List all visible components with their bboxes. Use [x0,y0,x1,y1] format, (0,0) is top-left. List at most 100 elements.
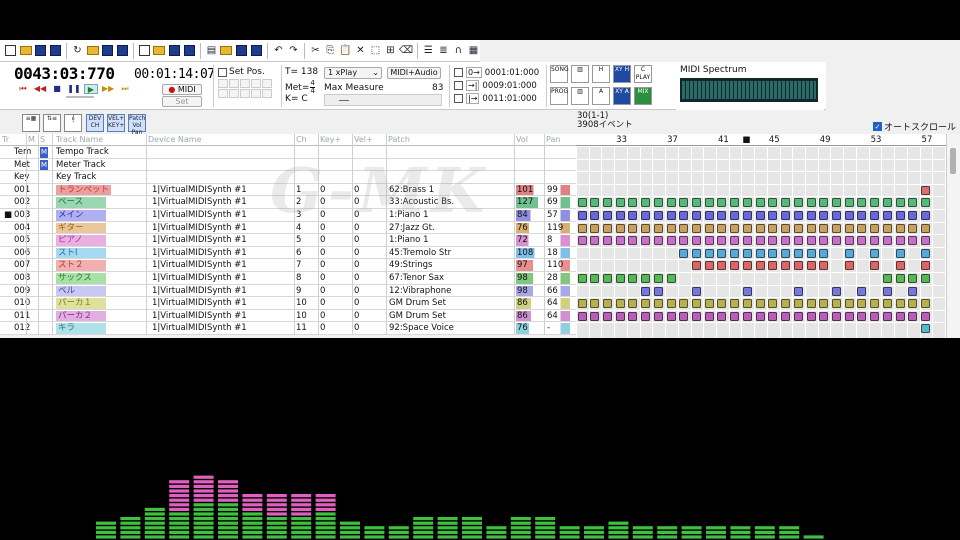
pattern-block[interactable] [857,311,867,321]
pattern-block[interactable] [755,311,765,321]
pattern-block[interactable] [641,311,651,321]
marker-row[interactable]: →| 0009:01:000 [454,79,544,92]
marker-row[interactable]: |→ 0011:01:000 [454,92,544,105]
save-icon[interactable] [235,44,248,58]
channel[interactable]: 10 [296,311,307,322]
patch-name[interactable]: 1:Piano 1 [389,235,428,246]
pattern-block[interactable] [704,198,714,208]
pattern-block[interactable] [921,236,931,246]
treble-clef-icon[interactable]: 𝄞 [64,114,82,132]
key-shift[interactable]: 0 [320,286,325,297]
pattern-block[interactable] [653,299,663,309]
undo-icon[interactable]: ↶ [272,44,285,58]
track-list-icon[interactable]: ≡▦ [22,114,40,132]
channel[interactable]: 7 [296,260,301,271]
pattern-block[interactable] [602,311,612,321]
device-name[interactable]: 1|VirtualMIDISynth #1 [152,185,247,196]
pattern-block[interactable] [590,236,600,246]
doc-icon[interactable]: ▤ [205,44,218,58]
volume-value[interactable]: 76 [516,323,538,335]
pattern-block[interactable] [857,223,867,233]
pattern-block[interactable] [819,261,829,271]
pattern-block[interactable] [781,198,791,208]
cut-icon[interactable]: ✂ [309,44,322,58]
piano-roll[interactable]: 33 37 41 45 49 53 57 ■ [576,134,946,338]
pattern-block[interactable] [692,198,702,208]
vel-shift[interactable]: 0 [354,273,359,284]
pattern-block[interactable] [895,299,905,309]
volume-value[interactable]: 101 [516,184,538,196]
header-vel[interactable]: Vel+ [354,135,373,144]
pattern-block[interactable] [781,248,791,258]
pattern-block[interactable] [870,198,880,208]
delete-icon[interactable]: ✕ [354,44,367,58]
pattern-block[interactable] [921,299,931,309]
patch-name[interactable]: 1:Piano 1 [389,210,428,221]
pattern-block[interactable] [653,286,663,296]
open-folder-icon[interactable] [86,44,99,58]
pattern-block[interactable] [806,211,816,220]
pattern-block[interactable] [882,211,892,220]
checkbox-icon[interactable] [454,81,463,90]
pattern-block[interactable] [717,211,727,220]
pattern-block[interactable] [615,198,625,208]
pattern-block[interactable] [831,211,841,220]
mute-toggle[interactable]: M [40,147,49,158]
pattern-block[interactable] [781,236,791,246]
device-name[interactable]: 1|VirtualMIDISynth #1 [152,197,247,208]
table-row[interactable]: 002 ベース 1|VirtualMIDISynth #1 2 0 0 33:Acousti… [0,196,576,209]
pattern-block[interactable] [793,198,803,208]
header-pan[interactable]: Pan [546,135,560,144]
reload-icon[interactable]: ↻ [71,44,84,58]
pattern-block[interactable] [793,236,803,246]
pattern-block[interactable] [870,223,880,233]
pattern-block[interactable] [768,236,778,246]
redo-icon[interactable]: ↷ [287,44,300,58]
pattern-block[interactable] [844,211,854,220]
pattern-block[interactable] [730,223,740,233]
pattern-block[interactable] [755,261,765,271]
pattern-block[interactable] [704,261,714,271]
header-m[interactable]: M [28,135,35,144]
pattern-block[interactable] [870,248,880,258]
save-icon[interactable] [168,44,181,58]
pattern-block[interactable] [768,223,778,233]
pattern-block[interactable] [730,261,740,271]
pattern-block[interactable] [717,311,727,321]
pattern-block[interactable] [819,248,829,258]
channel[interactable]: 4 [296,223,301,234]
track-name[interactable]: ストⅠ [56,247,106,259]
pattern-block[interactable] [831,311,841,321]
table-row[interactable]: 001 トランペット 1|VirtualMIDISynth #1 1 0 0 62:Bras… [0,183,576,197]
key-shift[interactable]: 0 [320,223,325,234]
pattern-block[interactable] [692,211,702,220]
pattern-block[interactable] [921,185,931,195]
open-folder-icon[interactable] [220,44,233,58]
pattern-block[interactable] [653,311,663,321]
volume-value[interactable]: 86 [516,298,538,309]
pattern-block[interactable] [806,223,816,233]
track-name[interactable]: パーカ２ [56,310,106,322]
pattern-block[interactable] [577,274,587,283]
pattern-block[interactable] [857,211,867,220]
pattern-block[interactable] [653,274,663,283]
pattern-block[interactable] [641,198,651,208]
pattern-block[interactable] [615,274,625,283]
table-row[interactable]: 012 キラ 1|VirtualMIDISynth #1 11 0 0 92:Space V… [0,322,576,335]
pattern-block[interactable] [882,236,892,246]
patch-name[interactable]: GM Drum Set [389,311,446,322]
pattern-block[interactable] [908,211,918,220]
pattern-block[interactable] [679,236,689,246]
device-name[interactable]: 1|VirtualMIDISynth #1 [152,311,247,322]
device-name[interactable]: 1|VirtualMIDISynth #1 [152,235,247,246]
pattern-block[interactable] [577,311,587,321]
pattern-block[interactable] [704,223,714,233]
pattern-block[interactable] [781,311,791,321]
measure-ruler[interactable]: 33 37 41 45 49 53 57 ■ [576,134,946,146]
key-shift[interactable]: 0 [320,235,325,246]
pattern-block[interactable] [742,248,752,258]
slider-thumb[interactable] [339,100,349,101]
key-shift[interactable]: 0 [320,248,325,259]
volume-value[interactable]: 98 [516,285,538,297]
pattern-block[interactable] [704,211,714,220]
